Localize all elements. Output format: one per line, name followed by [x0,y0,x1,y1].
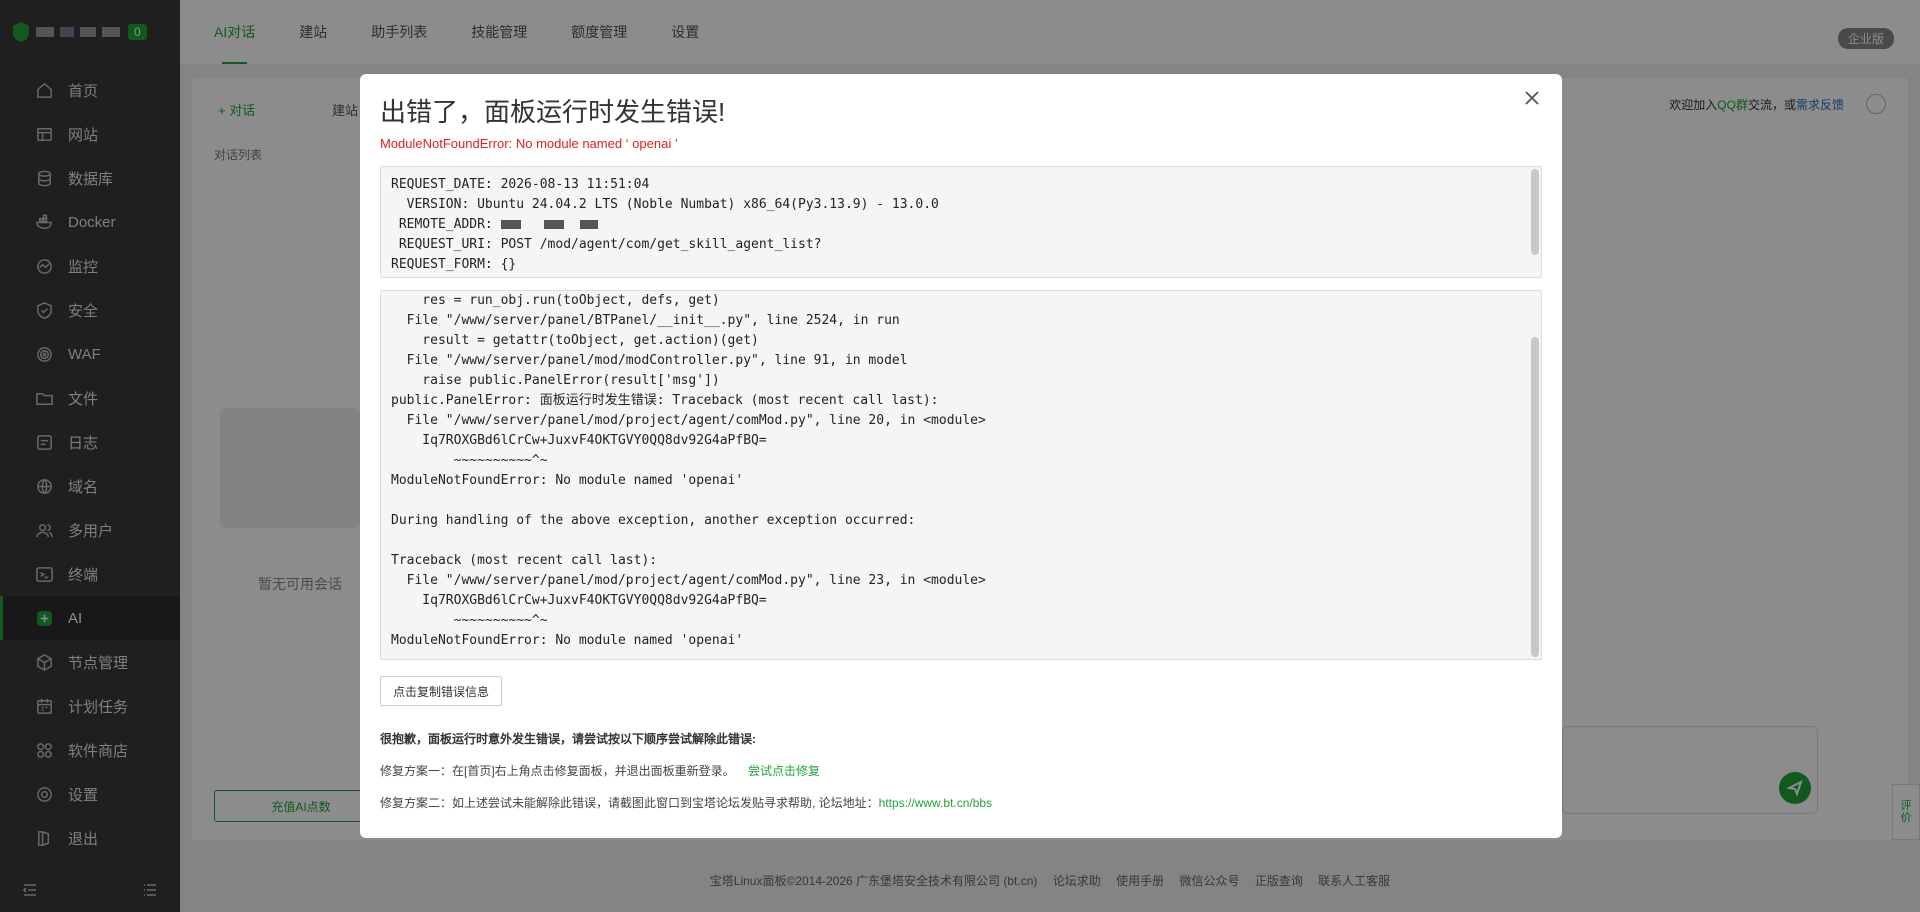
traceback-line: ~~~~~~~~~~^~ [391,453,548,468]
traceback-line: res = run_obj.run(toObject, defs, get) [391,293,720,308]
fix-option-2: 修复方案二：如上述尝试未能解除此错误，请截图此窗口到宝塔论坛发贴寻求帮助, 论坛… [380,796,993,810]
request-date: 2026-08-13 11:51:04 [500,177,650,192]
request-uri: POST /mod/agent/com/get_skill_agent_list… [500,237,822,252]
traceback-line: ModuleNotFoundError: No module named 'op… [391,473,744,488]
traceback-line: File "/www/server/panel/BTPanel/__init__… [391,313,900,328]
dialog-title: 出错了，面板运行时发生错误! [380,97,726,127]
request-box-scrollbar[interactable] [1531,169,1539,255]
traceback-box[interactable]: res = run_obj.run(toObject, defs, get) F… [380,290,1542,660]
traceback-line: public.PanelError: 面板运行时发生错误: Traceback … [391,393,939,408]
traceback-line: result = getattr(toObject, get.action)(g… [391,333,759,348]
close-button[interactable] [1520,86,1544,110]
forum-link[interactable]: https://www.bt.cn/bbs [879,796,992,810]
request-form: {} [500,257,517,272]
traceback-line: ModuleNotFoundError: No module named 'op… [391,633,744,648]
traceback-line: ~~~~~~~~~~^~ [391,613,548,628]
fix-option-1: 修复方案一：在[首页]右上角点击修复面板，并退出面板重新登录。 尝试点击修复 [380,764,821,778]
sorry-message: 很抱歉，面板运行时意外发生错误，请尝试按以下顺序尝试解除此错误: [380,732,756,746]
traceback-line: Iq7ROXGBd6lCrCw+JuxvF4OKTGVY0QQ8dv92G4aP… [391,433,767,448]
traceback-line [391,531,1531,551]
traceback-line: File "/www/server/panel/mod/modControlle… [391,353,908,368]
try-repair-link[interactable]: 尝试点击修复 [748,764,820,778]
traceback-line: File "/www/server/panel/mod/project/agen… [391,573,986,588]
version-text: Ubuntu 24.04.2 LTS (Noble Numbat) x86_64… [477,197,939,212]
traceback-line: raise public.PanelError(result['msg']) [391,373,720,388]
error-dialog: 出错了，面板运行时发生错误! ModuleNotFoundError: No m… [360,74,1562,838]
close-icon [1525,91,1539,105]
traceback-line: File "/www/server/panel/mod/project/agen… [391,413,986,428]
traceback-line: Traceback (most recent call last): [391,553,658,568]
traceback-line: During handling of the above exception, … [391,513,916,528]
traceback-line: Iq7ROXGBd6lCrCw+JuxvF4OKTGVY0QQ8dv92G4aP… [391,593,767,608]
error-summary: ModuleNotFoundError: No module named ‘ o… [380,136,678,151]
remote-addr-redacted [500,220,521,229]
traceback-scrollbar[interactable] [1531,337,1539,657]
request-info-box[interactable]: REQUEST_DATE: 2026-08-13 11:51:04 VERSIO… [380,166,1542,278]
traceback-line [391,491,1531,511]
copy-error-button[interactable]: 点击复制错误信息 [380,676,502,706]
